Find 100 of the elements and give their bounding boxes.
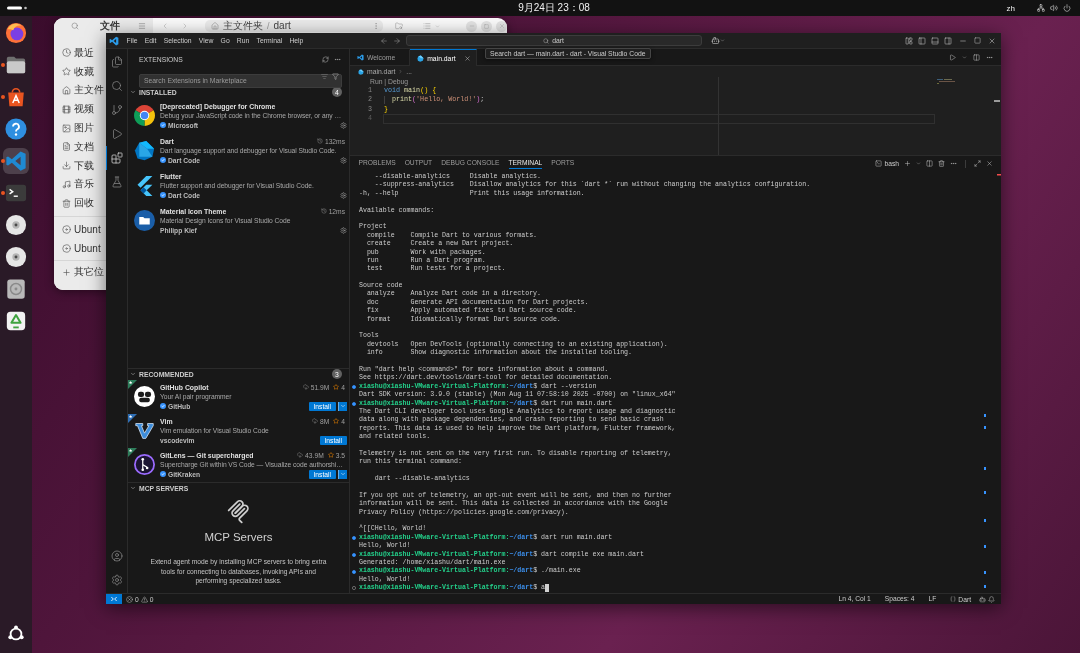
menu-icon[interactable] [138, 22, 146, 30]
chevron-icon[interactable] [130, 371, 136, 377]
sidebar-item[interactable]: 收藏 [62, 62, 94, 82]
split-icon[interactable] [926, 160, 933, 167]
install-options-button[interactable] [338, 469, 347, 479]
file-type-icon [358, 68, 364, 75]
caret-icon[interactable] [719, 38, 725, 43]
drive-icon [5, 278, 27, 300]
back-icon[interactable] [379, 36, 388, 45]
sidebar-item[interactable]: 音乐 [62, 175, 94, 194]
dock-item[interactable] [3, 212, 29, 238]
path-segment[interactable]: dart [273, 20, 291, 32]
robot-icon[interactable] [979, 595, 986, 603]
extension-icon [134, 454, 155, 475]
panel-toggle-icon[interactable] [931, 36, 939, 45]
extension-icon [134, 420, 155, 441]
history-icon [316, 138, 323, 144]
download-icon [297, 452, 304, 458]
gear-icon[interactable] [340, 226, 347, 234]
path-segment[interactable]: 主文件夹 [223, 20, 263, 32]
power-icon[interactable] [1063, 4, 1071, 12]
sidebar-toggle-icon[interactable] [918, 36, 926, 45]
braces-icon [950, 596, 957, 602]
sidebar-item[interactable]: 下载 [62, 156, 94, 176]
folder-search-icon[interactable] [395, 22, 403, 30]
split-editor-icon[interactable] [973, 53, 980, 61]
command-status-icon[interactable] [352, 384, 356, 389]
filter-list-icon[interactable] [321, 72, 328, 80]
forward-icon[interactable] [392, 36, 401, 45]
gear-icon[interactable] [340, 191, 347, 199]
plus-icon[interactable] [904, 160, 911, 167]
input-method-indicator[interactable]: zh [1006, 3, 1015, 13]
search-icon[interactable] [71, 22, 79, 30]
refresh-icon[interactable] [322, 55, 329, 63]
search-icon [111, 80, 123, 92]
close-icon[interactable] [988, 36, 996, 45]
run-icon[interactable] [949, 53, 956, 61]
extension-icon [134, 210, 155, 231]
gear-icon[interactable] [340, 121, 347, 129]
path-bar[interactable]: 主文件夹 / dart [205, 20, 383, 32]
command-status-icon[interactable] [352, 401, 356, 406]
maximize-icon[interactable] [974, 37, 981, 44]
sidebar-item[interactable]: 其它位 [62, 263, 104, 282]
trash-icon[interactable] [938, 160, 945, 167]
disc-icon [62, 244, 71, 254]
close-icon [498, 23, 505, 29]
star-icon [333, 418, 340, 424]
dock-item[interactable] [3, 244, 29, 270]
command-status-icon[interactable] [352, 536, 356, 540]
app-logo-icon [357, 54, 364, 61]
close-icon[interactable] [986, 160, 993, 167]
sidebar-item[interactable]: Ubunt [62, 239, 101, 259]
sidebar-item[interactable]: 文档 [62, 137, 94, 157]
minimap[interactable] [937, 79, 955, 85]
dock-item[interactable] [3, 116, 29, 142]
chevron-icon[interactable] [130, 89, 136, 95]
maximize-icon [484, 23, 489, 29]
sidebar-item[interactable]: 视频 [62, 99, 94, 119]
music-icon [62, 179, 71, 189]
branch-icon [111, 104, 123, 116]
clock[interactable]: 9月24日 23：08 [518, 2, 590, 14]
extension-icon [134, 140, 155, 161]
network-icon[interactable] [1037, 4, 1045, 12]
close-icon[interactable] [463, 54, 471, 62]
sidebar-item[interactable]: 主文件 [62, 81, 104, 100]
secondary-sidebar-toggle-icon[interactable] [944, 36, 952, 45]
sidebar-item[interactable]: 回收 [62, 193, 94, 213]
search-icon [543, 37, 550, 44]
servers-logo-icon [225, 497, 252, 524]
command-status-icon[interactable] [352, 552, 356, 557]
install-options-button[interactable] [338, 401, 347, 411]
filter-icon[interactable] [332, 72, 339, 80]
chevron-icon [398, 69, 404, 74]
chevron-icon[interactable] [130, 485, 136, 491]
command-status-icon[interactable] [352, 586, 356, 591]
maximize-icon[interactable] [974, 160, 981, 167]
star-icon [333, 384, 340, 390]
gear-icon[interactable] [340, 156, 347, 164]
home-icon [62, 86, 71, 95]
remote-button[interactable] [106, 594, 122, 604]
download-icon [311, 418, 318, 424]
sidebar-item[interactable]: 图片 [62, 118, 94, 138]
sidebar-item[interactable]: 最近 [62, 43, 94, 63]
close-button[interactable] [496, 20, 507, 32]
robot-icon[interactable] [710, 36, 720, 45]
volume-icon[interactable] [1050, 4, 1058, 12]
workspace-indicator-icon[interactable] [7, 6, 27, 10]
help-icon [5, 118, 27, 140]
command-status-icon[interactable] [352, 569, 356, 574]
extension-icon [134, 386, 155, 407]
extension-icon [134, 105, 155, 126]
disc-icon [62, 225, 71, 235]
window-title: 文件 [100, 20, 120, 32]
scroll-position-marker [994, 100, 1000, 102]
sidebar-item[interactable]: Ubunt [62, 220, 101, 240]
dock-item[interactable] [3, 20, 29, 46]
file-type-icon [417, 54, 425, 62]
bell-icon[interactable] [988, 595, 995, 603]
path-separator: / [267, 20, 270, 32]
layout-icon[interactable] [905, 36, 913, 45]
